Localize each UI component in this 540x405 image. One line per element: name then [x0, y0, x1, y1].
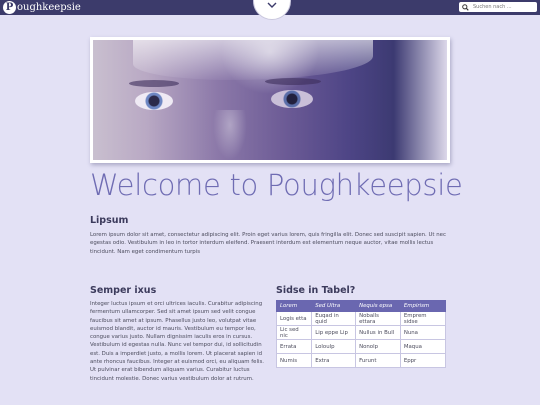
table-cell: Lip eppe Lip: [311, 325, 357, 340]
table-cell: Nuna: [399, 325, 447, 340]
table-cell: Noballs ettara: [355, 311, 401, 326]
table-cell: Loloulp: [311, 339, 357, 354]
table-header-cell: Sed Ultra: [311, 300, 357, 312]
menu-toggle-button[interactable]: [253, 0, 291, 20]
table-cell: Nullus in Bull: [355, 325, 401, 340]
table-cell: Furunt: [355, 353, 401, 368]
hero-image-frame: [90, 37, 450, 163]
table-row: Lic sed nic Lip eppe Lip Nullus in Bull …: [275, 325, 447, 340]
table-row: Errata Loloulp Nonolp Maqua: [275, 339, 447, 354]
right-column-heading: Sidse in Tabel?: [276, 285, 356, 296]
search-box: [459, 2, 537, 12]
hero-image: [93, 40, 447, 160]
table-header-cell: Lorem: [275, 300, 313, 312]
search-input[interactable]: [471, 2, 535, 12]
table-cell: Errata: [275, 339, 313, 354]
table-cell: Numis: [275, 353, 313, 368]
table-cell: Nonolp: [355, 339, 401, 354]
table-cell: Lic sed nic: [275, 325, 313, 340]
left-column-text: Integer luctus ipsum et orci ultrices ia…: [90, 301, 264, 382]
table-cell: Eppr: [399, 353, 447, 368]
logo-mark: P: [3, 1, 16, 14]
intro-text: Lorem ipsum dolor sit amet, consectetur …: [90, 232, 446, 255]
page-title: Welcome to Poughkeepsie: [90, 168, 463, 202]
table-cell: Euqad in quid: [311, 311, 357, 326]
table-cell: Logis etta: [275, 311, 313, 326]
site-logo[interactable]: P oughkeepsie: [3, 0, 81, 15]
table-header-cell: Nequis epsa: [355, 300, 401, 312]
table-cell: Maqua: [399, 339, 447, 354]
top-navigation-bar: P oughkeepsie: [0, 0, 540, 20]
data-table: Lorem Sed Ultra Nequis epsa Empirism Log…: [275, 300, 447, 368]
chevron-down-icon: [267, 0, 277, 19]
table-row: Logis etta Euqad in quid Noballs ettara …: [275, 311, 447, 326]
table-row: Numis Extra Furunt Eppr: [275, 353, 447, 368]
table-header-cell: Empirism: [399, 300, 447, 312]
table-cell: Emprem sidse: [399, 311, 447, 326]
table-cell: Extra: [311, 353, 357, 368]
logo-text: oughkeepsie: [17, 2, 81, 13]
left-column-heading: Semper ixus: [90, 285, 157, 296]
intro-heading: Lipsum: [90, 215, 129, 226]
table-header-row: Lorem Sed Ultra Nequis epsa Empirism: [275, 300, 447, 312]
search-icon[interactable]: [462, 3, 471, 12]
